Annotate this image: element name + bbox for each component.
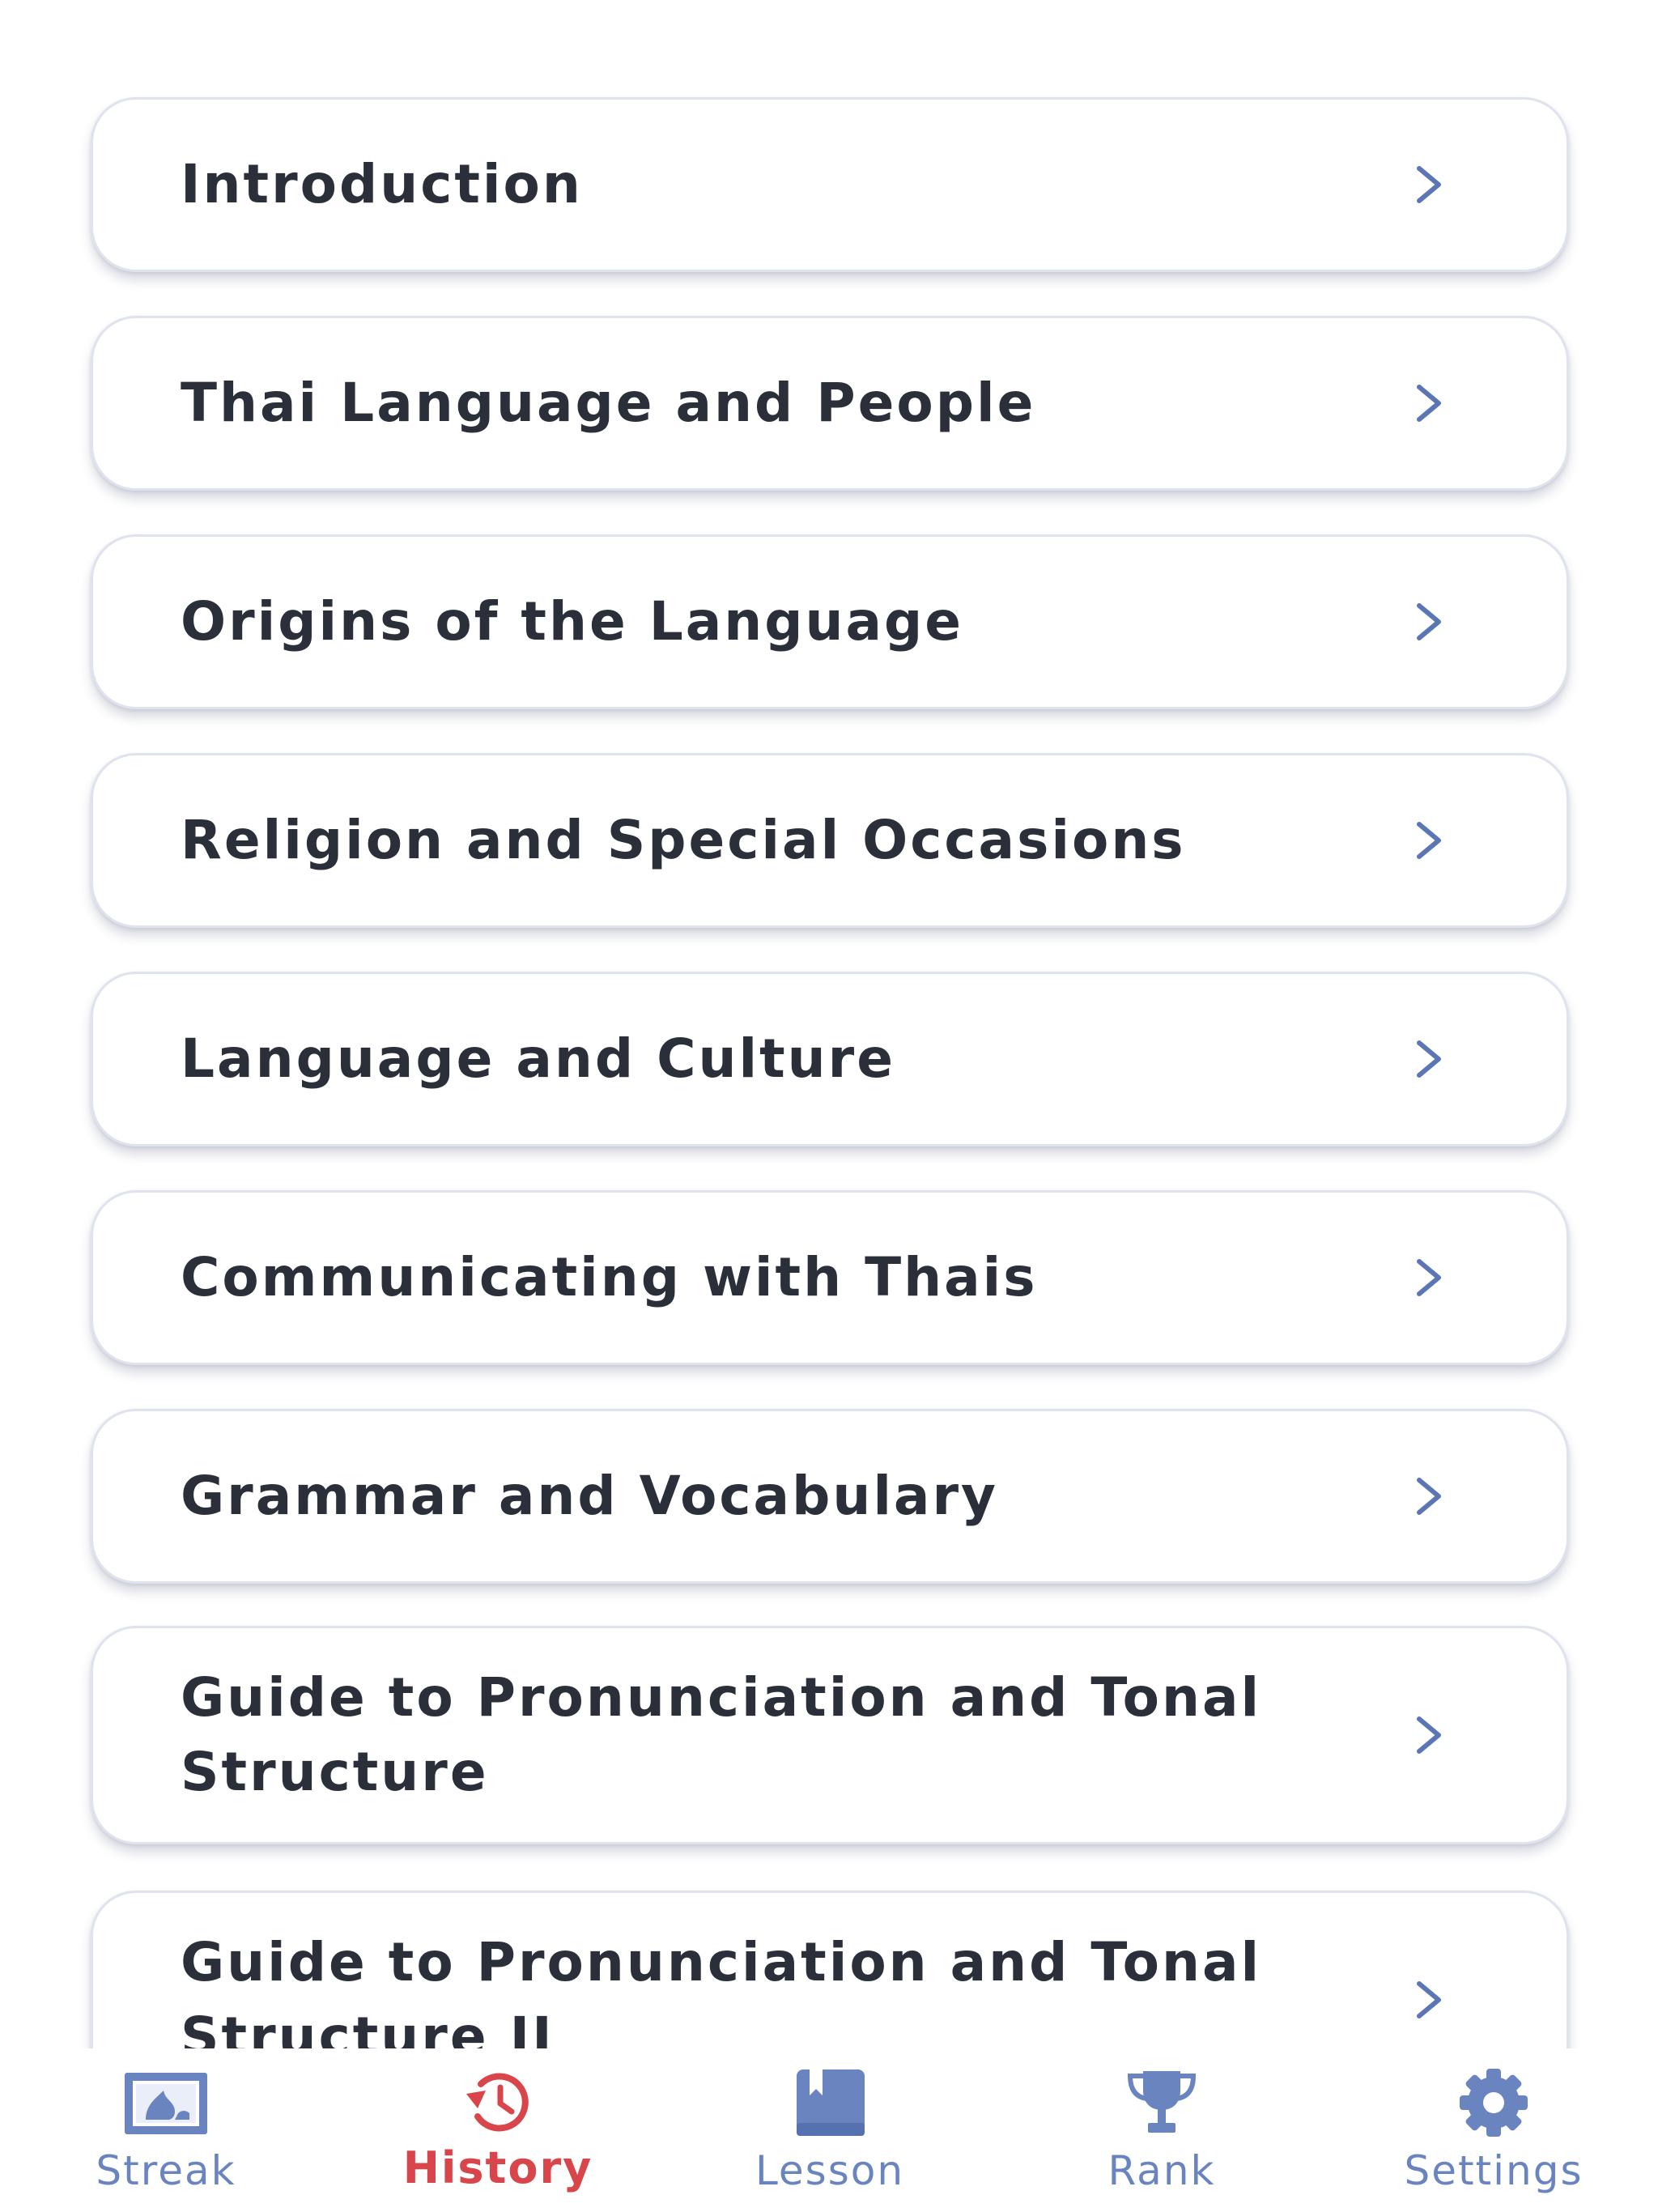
chevron-right-icon [1413, 164, 1445, 206]
tab-label: History [402, 2142, 593, 2193]
chevron-right-icon [1413, 382, 1445, 424]
lesson-title: Grammar and Vocabulary [181, 1465, 999, 1527]
chevron-right-icon [1413, 1257, 1445, 1299]
lesson-title: Communicating with Thais [181, 1246, 1038, 1308]
lesson-card-introduction[interactable]: Introduction [91, 97, 1569, 272]
chevron-right-icon [1413, 1038, 1445, 1080]
tab-history[interactable]: History [376, 2048, 619, 2212]
tab-label: Settings [1404, 2147, 1584, 2194]
lesson-title: Introduction [181, 153, 583, 215]
chevron-right-icon [1413, 819, 1445, 861]
tab-streak[interactable]: Streak [45, 2048, 287, 2212]
streak-image-icon [121, 2066, 210, 2139]
tab-lesson[interactable]: Lesson [708, 2048, 951, 2212]
tab-label: Streak [96, 2147, 236, 2194]
trophy-icon [1117, 2066, 1206, 2139]
lesson-title: Language and Culture [181, 1027, 895, 1090]
chevron-right-icon [1413, 1714, 1445, 1756]
lesson-list-screen: Introduction Thai Language and People Or… [0, 0, 1658, 2212]
lesson-title: Origins of the Language [181, 590, 964, 653]
bottom-tab-bar: Streak History Lesson Rank Settings [0, 2048, 1658, 2212]
lesson-title: Guide to Pronunciation and Tonal Structu… [181, 1666, 1262, 1803]
book-icon [785, 2066, 874, 2139]
chevron-right-icon [1413, 1979, 1445, 2021]
chevron-right-icon [1413, 1475, 1445, 1517]
lesson-title: Thai Language and People [181, 372, 1036, 434]
lesson-card-thai-language-and-people[interactable]: Thai Language and People [91, 316, 1569, 491]
lesson-card-guide-to-pronunciation-ii[interactable]: Guide to Pronunciation and Tonal Structu… [91, 1891, 1569, 2048]
tab-label: Lesson [755, 2147, 905, 2194]
history-clock-icon [453, 2066, 542, 2139]
lesson-card-language-and-culture[interactable]: Language and Culture [91, 972, 1569, 1146]
gear-icon [1449, 2066, 1538, 2139]
lesson-list[interactable]: Introduction Thai Language and People Or… [0, 0, 1658, 2048]
lesson-card-religion-and-special-occasions[interactable]: Religion and Special Occasions [91, 753, 1569, 928]
lesson-card-communicating-with-thais[interactable]: Communicating with Thais [91, 1190, 1569, 1365]
tab-label: Rank [1107, 2147, 1216, 2194]
lesson-card-origins-of-the-language[interactable]: Origins of the Language [91, 534, 1569, 709]
chevron-right-icon [1413, 601, 1445, 643]
lesson-title: Religion and Special Occasions [181, 809, 1186, 871]
tab-rank[interactable]: Rank [1040, 2048, 1283, 2212]
lesson-card-grammar-and-vocabulary[interactable]: Grammar and Vocabulary [91, 1409, 1569, 1584]
lesson-card-guide-to-pronunciation[interactable]: Guide to Pronunciation and Tonal Structu… [91, 1626, 1569, 1844]
tab-settings[interactable]: Settings [1372, 2048, 1615, 2212]
lesson-title: Guide to Pronunciation and Tonal Structu… [181, 1931, 1262, 2048]
